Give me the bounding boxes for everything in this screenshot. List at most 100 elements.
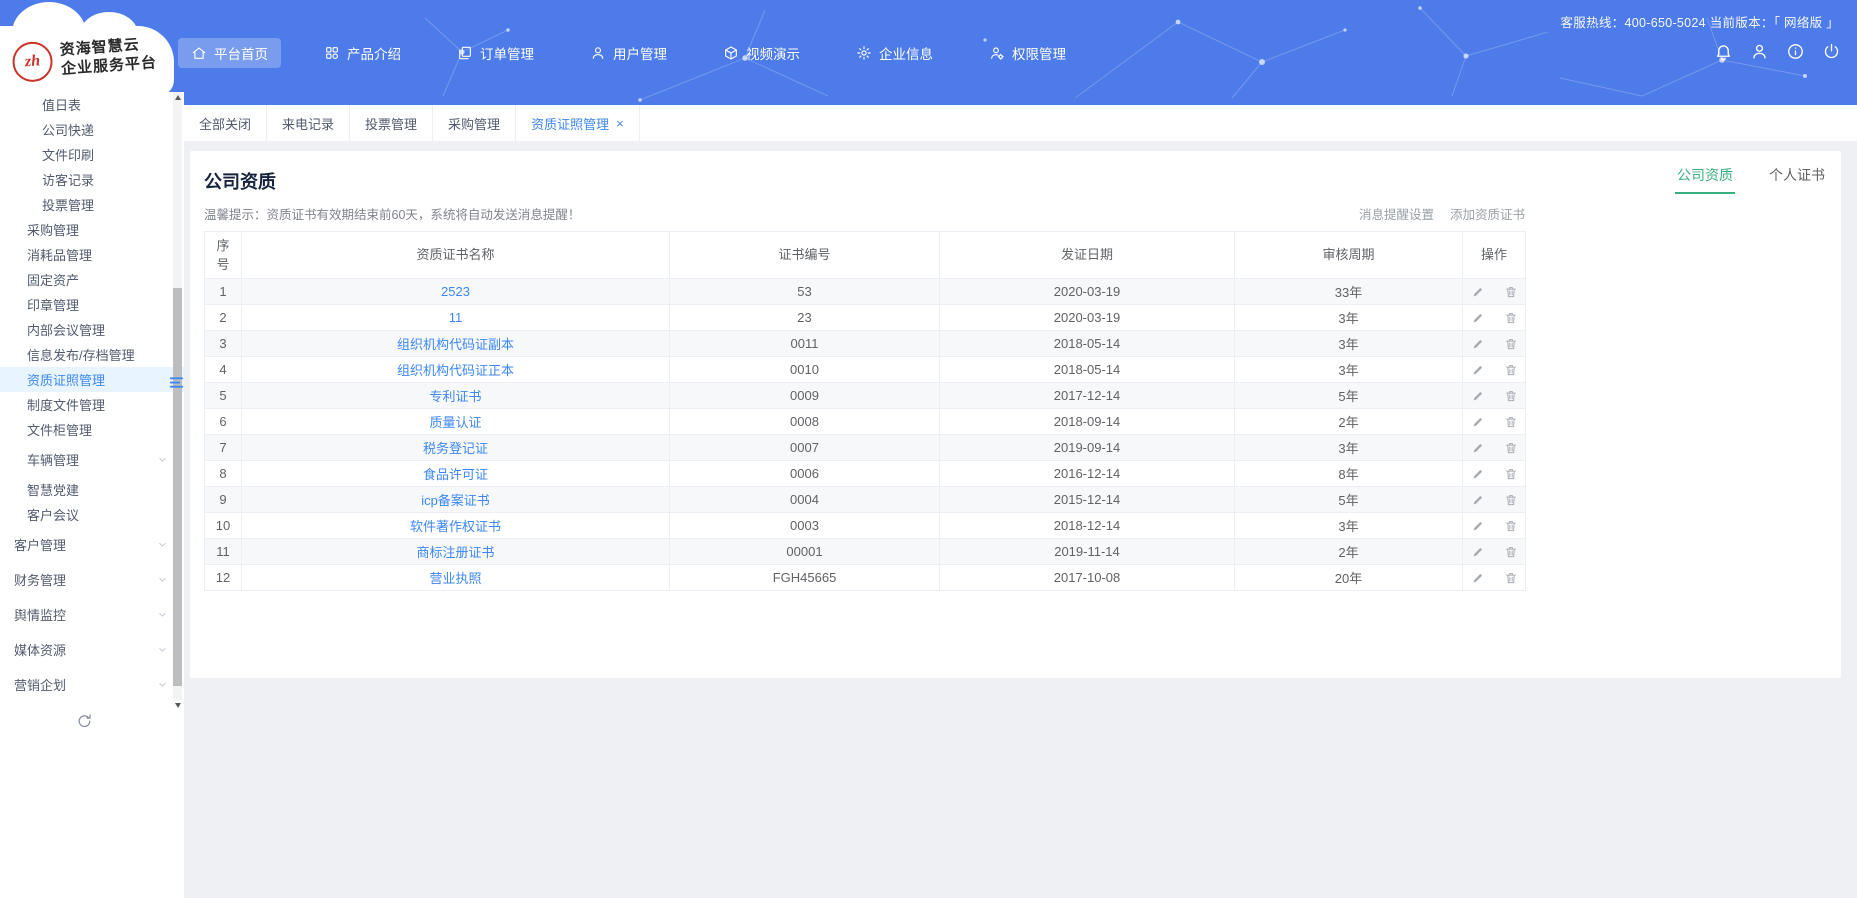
- certificate-link[interactable]: 税务登记证: [423, 441, 488, 456]
- edit-icon[interactable]: [1471, 363, 1485, 377]
- cell-operations: [1462, 564, 1526, 591]
- cell-no: 4: [204, 356, 242, 383]
- cell-date: 2016-12-14: [939, 460, 1235, 487]
- nav-company-info[interactable]: 企业信息: [843, 38, 946, 68]
- sidebar-item[interactable]: 文件柜管理: [0, 417, 184, 442]
- sidebar-item-label: 值日表: [42, 98, 82, 113]
- cell-date: 2019-11-14: [939, 538, 1235, 565]
- certificate-link[interactable]: 2523: [441, 284, 470, 299]
- tab-item[interactable]: 投票管理: [350, 105, 434, 141]
- sidebar-item[interactable]: 车辆管理: [0, 442, 184, 477]
- sidebar-item[interactable]: 客户会议: [0, 502, 184, 527]
- row-operations: [1469, 337, 1519, 351]
- delete-icon[interactable]: [1504, 519, 1518, 533]
- nav-permission-management[interactable]: 权限管理: [976, 38, 1079, 68]
- edit-icon[interactable]: [1471, 519, 1485, 533]
- certificate-link[interactable]: 质量认证: [429, 415, 481, 430]
- tab-item[interactable]: 全部关闭: [184, 105, 268, 141]
- sidebar-item[interactable]: 访客记录: [0, 167, 184, 192]
- edit-icon[interactable]: [1471, 389, 1485, 403]
- notice-text: 温馨提示：资质证书有效期结束前60天，系统将自动发送消息提醒！: [204, 208, 581, 222]
- user-gear-icon: [989, 45, 1005, 61]
- row-operations: [1469, 545, 1519, 559]
- certificate-link[interactable]: 食品许可证: [423, 467, 488, 482]
- certificate-link[interactable]: icp备案证书: [421, 493, 490, 508]
- bell-icon[interactable]: [1714, 42, 1733, 61]
- scrollbar-thumb[interactable]: [173, 288, 182, 686]
- sidebar-item[interactable]: 投票管理: [0, 192, 184, 217]
- edit-icon[interactable]: [1471, 285, 1485, 299]
- delete-icon[interactable]: [1504, 363, 1518, 377]
- action-link[interactable]: 消息提醒设置: [1359, 204, 1434, 223]
- user-icon[interactable]: [1750, 42, 1769, 61]
- tab-item[interactable]: 采购管理: [433, 105, 517, 141]
- certificate-link[interactable]: 软件著作权证书: [410, 519, 501, 534]
- delete-icon[interactable]: [1504, 337, 1518, 351]
- delete-icon[interactable]: [1504, 545, 1518, 559]
- sidebar-item[interactable]: 舆情监控: [0, 597, 184, 632]
- cell-date: 2020-03-19: [939, 304, 1235, 331]
- view-tab[interactable]: 个人证书: [1767, 165, 1827, 194]
- delete-icon[interactable]: [1504, 571, 1518, 585]
- edit-icon[interactable]: [1471, 311, 1485, 325]
- sidebar-item[interactable]: 采购管理: [0, 217, 184, 242]
- delete-icon[interactable]: [1504, 285, 1518, 299]
- sidebar-item[interactable]: 消耗品管理: [0, 242, 184, 267]
- sidebar-item[interactable]: 客户管理: [0, 527, 184, 562]
- sidebar-item[interactable]: 文件印刷: [0, 142, 184, 167]
- delete-icon[interactable]: [1504, 415, 1518, 429]
- tab-item[interactable]: 来电记录: [267, 105, 351, 141]
- edit-icon[interactable]: [1471, 337, 1485, 351]
- sidebar-item[interactable]: 媒体资源: [0, 632, 184, 667]
- cell-period: 2年: [1234, 538, 1463, 565]
- nav-video-demo[interactable]: 视频演示: [710, 38, 813, 68]
- edit-icon[interactable]: [1471, 441, 1485, 455]
- certificate-link[interactable]: 专利证书: [429, 389, 481, 404]
- delete-icon[interactable]: [1504, 389, 1518, 403]
- edit-icon[interactable]: [1471, 415, 1485, 429]
- certificate-link[interactable]: 11: [449, 310, 463, 325]
- sidebar-item[interactable]: 资质证照管理: [0, 367, 184, 392]
- nav-product-intro[interactable]: 产品介绍: [311, 38, 414, 68]
- sidebar-collapse-icon[interactable]: [169, 374, 184, 391]
- sidebar-item-label: 客户会议: [27, 508, 80, 523]
- top-header: 客服热线：400-650-5024 当前版本：「 网络版 」 平台首页 产品介绍 订…: [0, 0, 1857, 105]
- nav-order-management[interactable]: 订单管理: [444, 38, 547, 68]
- delete-icon[interactable]: [1504, 467, 1518, 481]
- sidebar-item[interactable]: 财务管理: [0, 562, 184, 597]
- refresh-icon[interactable]: [76, 713, 93, 730]
- nav-platform-home[interactable]: 平台首页: [178, 38, 281, 68]
- edit-icon[interactable]: [1471, 493, 1485, 507]
- sidebar-item-label: 印章管理: [27, 298, 80, 313]
- view-tab[interactable]: 公司资质: [1675, 165, 1735, 194]
- delete-icon[interactable]: [1504, 493, 1518, 507]
- certificate-link[interactable]: 组织机构代码证正本: [397, 363, 514, 378]
- certificate-link[interactable]: 组织机构代码证副本: [397, 337, 514, 352]
- sidebar-item[interactable]: 内部会议管理: [0, 317, 184, 342]
- info-icon[interactable]: [1786, 42, 1805, 61]
- edit-icon[interactable]: [1471, 467, 1485, 481]
- sidebar-item[interactable]: 公司快递: [0, 117, 184, 142]
- app-root: 客服热线：400-650-5024 当前版本：「 网络版 」 平台首页 产品介绍 订…: [0, 0, 1857, 898]
- sidebar-item[interactable]: 信息发布/存档管理: [0, 342, 184, 367]
- edit-icon[interactable]: [1471, 571, 1485, 585]
- certificate-link[interactable]: 商标注册证书: [416, 545, 494, 560]
- sidebar-item[interactable]: 固定资产: [0, 267, 184, 292]
- sidebar-item[interactable]: 印章管理: [0, 292, 184, 317]
- nav-user-management[interactable]: 用户管理: [577, 38, 680, 68]
- delete-icon[interactable]: [1504, 441, 1518, 455]
- cell-name: 11: [241, 304, 670, 331]
- sidebar-item[interactable]: 制度文件管理: [0, 392, 184, 417]
- sidebar-item[interactable]: 智慧党建: [0, 477, 184, 502]
- scroll-down-icon[interactable]: [173, 700, 182, 710]
- certificate-link[interactable]: 营业执照: [429, 571, 481, 586]
- tab-active[interactable]: 资质证照管理 ×: [516, 105, 640, 141]
- sidebar-item[interactable]: 营销企划: [0, 667, 184, 702]
- cell-code: 0004: [669, 486, 940, 513]
- scroll-up-icon[interactable]: [173, 92, 182, 102]
- edit-icon[interactable]: [1471, 545, 1485, 559]
- delete-icon[interactable]: [1504, 311, 1518, 325]
- close-icon[interactable]: ×: [616, 117, 624, 130]
- action-link[interactable]: 添加资质证书: [1450, 204, 1525, 223]
- power-icon[interactable]: [1822, 42, 1841, 61]
